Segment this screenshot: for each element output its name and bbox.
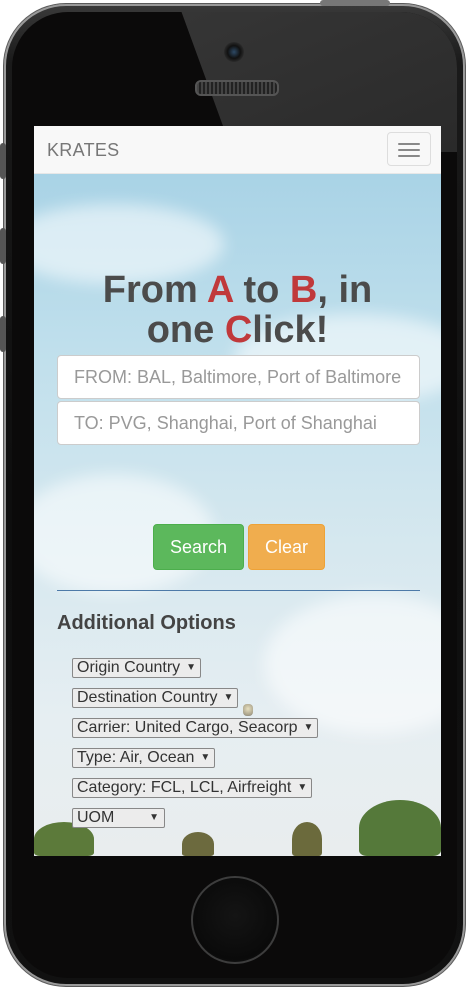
- from-port-input[interactable]: [57, 355, 420, 399]
- front-camera: [224, 42, 244, 62]
- brand-logo[interactable]: KRATES: [47, 140, 119, 161]
- chevron-down-icon: ▼: [223, 692, 234, 703]
- headline-accent-letter: A: [206, 269, 233, 311]
- headline-text: From: [102, 269, 207, 311]
- headline-line-1: From A to B, in: [34, 270, 441, 310]
- destination-country-label: Destination Country: [77, 689, 218, 706]
- power-button: [320, 0, 390, 6]
- headline-accent-letter: B: [289, 269, 318, 311]
- navbar: KRATES: [34, 126, 441, 174]
- chevron-down-icon: ▼: [200, 752, 211, 763]
- clear-button[interactable]: Clear: [248, 524, 325, 570]
- section-divider: [57, 590, 420, 591]
- headline-line-2: one Click!: [34, 310, 441, 350]
- loading-cursor-icon: [243, 704, 253, 716]
- chevron-down-icon: ▼: [303, 722, 314, 733]
- hero-headline: From A to B, in one Click!: [34, 270, 441, 350]
- earpiece-speaker: [195, 80, 279, 96]
- mute-switch: [0, 143, 6, 179]
- uom-label: UOM: [77, 809, 115, 826]
- chevron-down-icon: ▼: [297, 782, 308, 793]
- headline-text: , in: [317, 269, 373, 311]
- origin-country-select[interactable]: Origin Country ▼: [72, 658, 202, 678]
- volume-down-button: [0, 316, 6, 352]
- menu-toggle-button[interactable]: [387, 132, 431, 166]
- hero-section: From A to B, in one Click! Search Clear …: [34, 174, 441, 856]
- cloud-decoration: [264, 594, 441, 734]
- uom-select[interactable]: UOM ▼: [72, 808, 165, 828]
- chevron-down-icon: ▼: [186, 662, 197, 673]
- home-button[interactable]: [191, 876, 279, 964]
- chevron-down-icon: ▼: [149, 812, 159, 823]
- destination-country-select[interactable]: Destination Country ▼: [72, 688, 239, 708]
- search-button[interactable]: Search: [153, 524, 244, 570]
- category-label: Category: FCL, LCL, Airfreight: [77, 779, 292, 796]
- volume-up-button: [0, 228, 6, 264]
- headline-text: lick!: [252, 309, 329, 351]
- headline-text: one: [146, 309, 225, 351]
- carrier-label: Carrier: United Cargo, Seacorp: [77, 719, 298, 736]
- category-select[interactable]: Category: FCL, LCL, Airfreight ▼: [72, 778, 313, 798]
- type-label: Type: Air, Ocean: [77, 749, 195, 766]
- phone-screen: KRATES From A to B, in one Click! Search…: [34, 126, 441, 856]
- to-port-input[interactable]: [57, 401, 420, 445]
- tree-decoration: [292, 822, 322, 856]
- headline-accent-letter: C: [224, 309, 253, 351]
- tree-decoration: [182, 832, 214, 856]
- type-select[interactable]: Type: Air, Ocean ▼: [72, 748, 216, 768]
- additional-options-heading: Additional Options: [57, 612, 236, 634]
- tree-decoration: [359, 800, 441, 856]
- carrier-select[interactable]: Carrier: United Cargo, Seacorp ▼: [72, 718, 319, 738]
- headline-text: to: [232, 269, 290, 311]
- origin-country-label: Origin Country: [77, 659, 181, 676]
